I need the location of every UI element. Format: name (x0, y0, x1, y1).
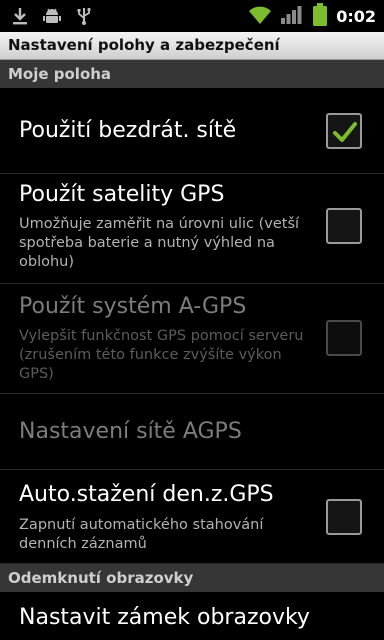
setting-title: Použít satelity GPS (19, 182, 225, 207)
setting-screen-lock[interactable]: Nastavit zámek obrazovky (0, 592, 384, 640)
checkmark-icon (333, 122, 357, 142)
setting-summary: Umožňuje zaměřit na úrovni ulic (vetší s… (19, 216, 300, 270)
setting-summary: Zapnutí automatického stahování denních … (19, 517, 264, 552)
setting-auto-download-gps[interactable]: Auto.stažení den.z.GPS Zapnutí automatic… (0, 470, 384, 564)
battery-icon (312, 3, 328, 31)
setting-title: Nastavit zámek obrazovky (19, 605, 310, 630)
wireless-networks-checkbox[interactable] (326, 113, 362, 149)
wifi-icon (248, 5, 272, 29)
category-label: Moje poloha (8, 65, 112, 83)
title-bar: Nastavení polohy a zabezpečení (0, 32, 384, 60)
usb-icon (74, 6, 94, 30)
setting-title: Auto.stažení den.z.GPS (19, 482, 274, 507)
category-label: Odemknutí obrazovky (8, 569, 194, 587)
gps-satellites-checkbox[interactable] (326, 208, 362, 244)
setting-a-gps: Použít systém A-GPS Vylepšit funkčnost G… (0, 284, 384, 394)
setting-agps-network: Nastavení sítě AGPS (0, 394, 384, 470)
status-bar: 0:02 (0, 0, 384, 32)
category-my-location: Moje poloha (0, 60, 384, 88)
setting-gps-satellites[interactable]: Použít satelity GPS Umožňuje zaměřit na … (0, 174, 384, 284)
android-icon (42, 6, 62, 30)
clock: 0:02 (336, 7, 376, 26)
setting-wireless-networks[interactable]: Použití bezdrát. sítě (0, 88, 384, 174)
signal-icon (280, 5, 302, 29)
a-gps-checkbox (326, 320, 362, 356)
auto-download-gps-checkbox[interactable] (326, 499, 362, 535)
setting-title: Použití bezdrát. sítě (19, 118, 237, 143)
setting-title: Použít systém A-GPS (19, 294, 247, 319)
setting-summary: Vylepšit funkčnost GPS pomocí serveru (z… (19, 328, 304, 382)
page-title: Nastavení polohy a zabezpečení (8, 36, 280, 54)
download-icon (10, 6, 30, 30)
setting-title: Nastavení sítě AGPS (19, 419, 242, 444)
category-screen-unlock: Odemknutí obrazovky (0, 564, 384, 592)
